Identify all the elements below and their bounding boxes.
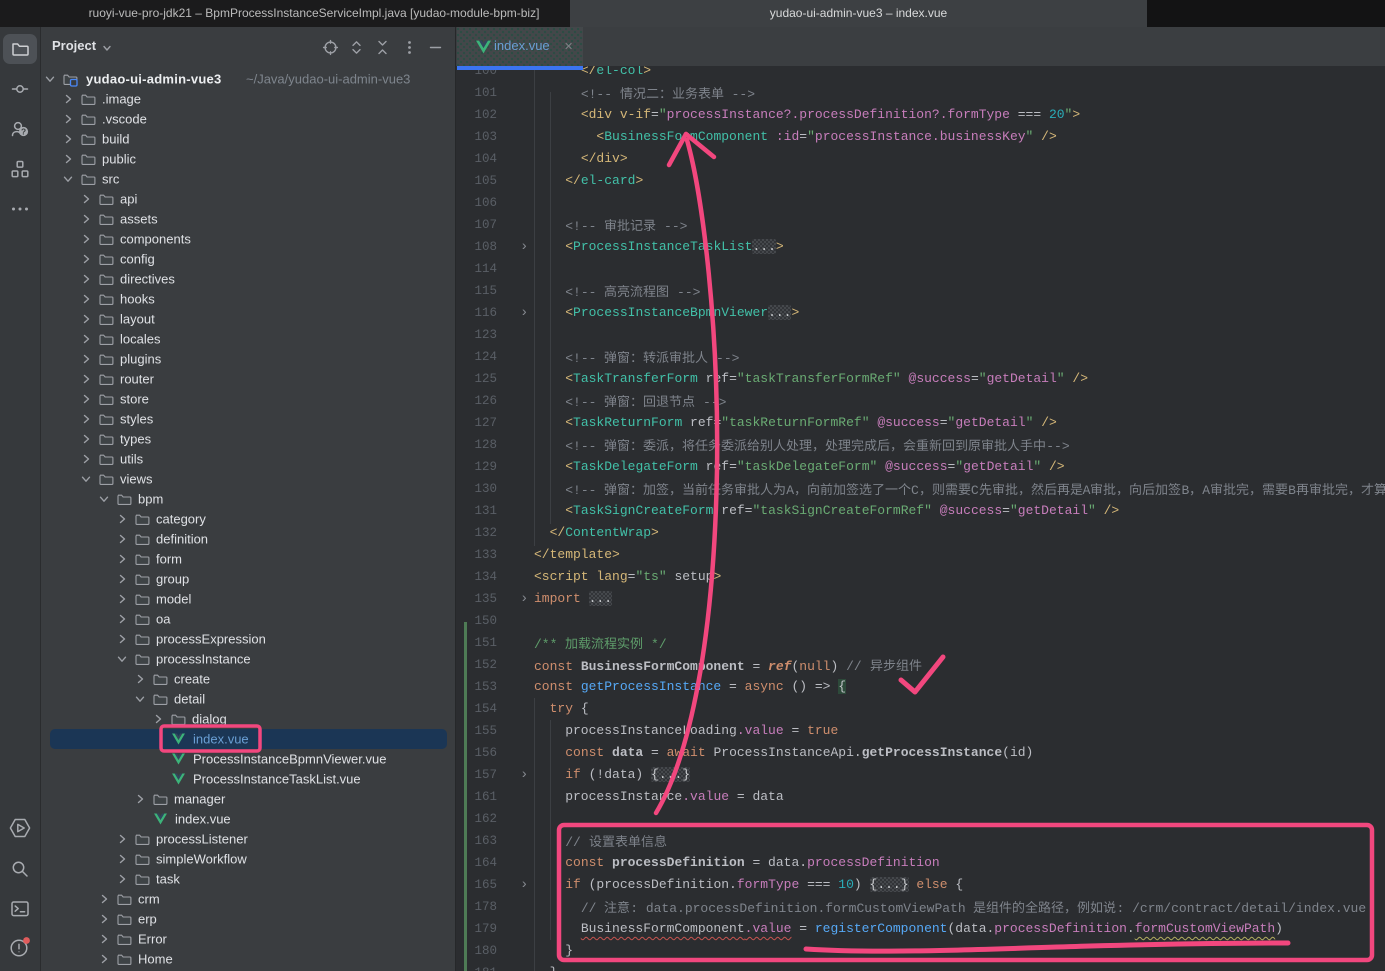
svg-text:?: ? — [21, 127, 26, 137]
